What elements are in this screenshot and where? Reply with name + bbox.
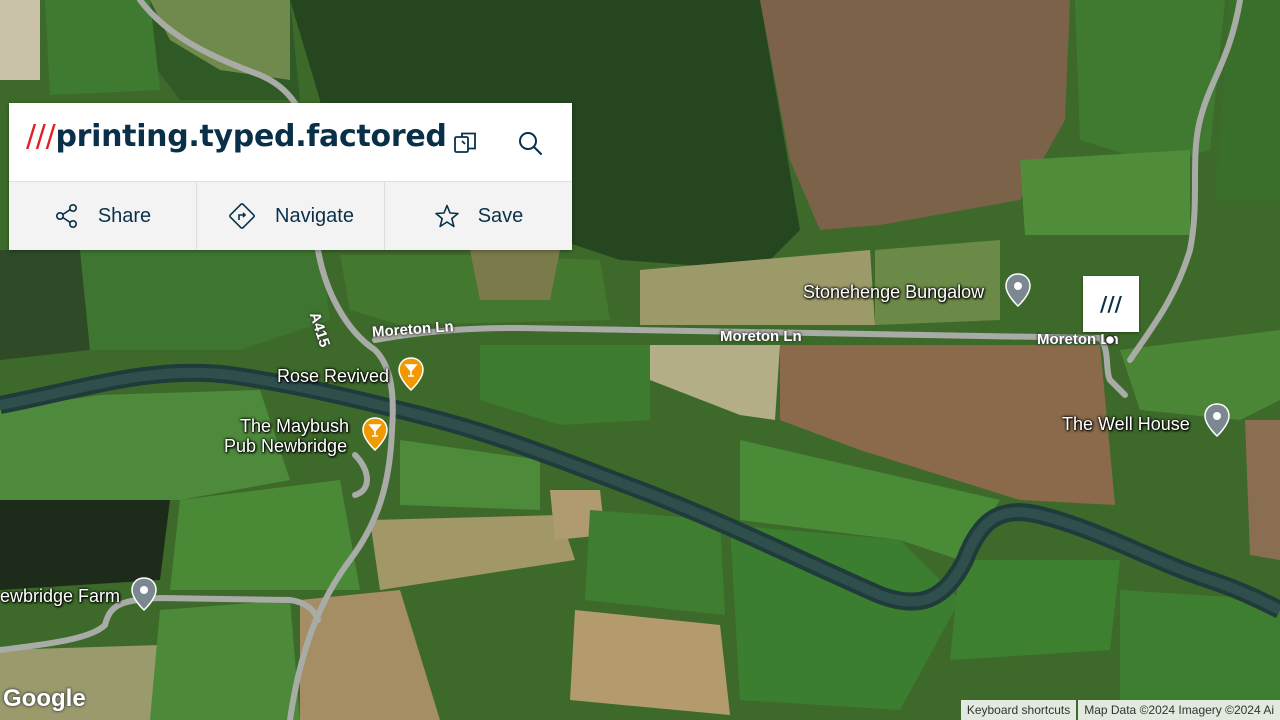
search-button[interactable] — [510, 123, 550, 163]
field — [1020, 150, 1190, 235]
google-logo: Google — [3, 685, 86, 712]
restaurant-pin-icon[interactable] — [398, 357, 424, 391]
star-icon — [434, 204, 459, 228]
copy-icon — [454, 132, 476, 153]
copy-button[interactable] — [445, 123, 485, 163]
place-pin-icon[interactable] — [131, 577, 157, 611]
field — [950, 560, 1120, 660]
w3w-words: printing.typed.factored — [55, 119, 447, 154]
forest-area — [0, 250, 90, 360]
map-attribution: Map Data ©2024 Imagery ©2024 Ai — [1078, 700, 1280, 720]
place-label-stonehenge-bungalow[interactable]: Stonehenge Bungalow — [803, 282, 984, 302]
restaurant-pin-icon[interactable] — [362, 417, 388, 451]
map-footer: Keyboard shortcuts Map Data ©2024 Imager… — [960, 700, 1280, 720]
place-label-newbridge-farm[interactable]: ewbridge Farm — [0, 586, 120, 606]
navigate-button[interactable]: Navigate — [197, 182, 385, 250]
field — [570, 610, 730, 715]
field — [45, 0, 160, 95]
location-dot-icon — [1104, 334, 1116, 346]
w3w-address-card: ///printing.typed.factored Share Navigat… — [9, 103, 572, 250]
place-pin-icon[interactable] — [1204, 403, 1230, 437]
save-label: Save — [477, 204, 524, 227]
w3w-slashes: /// — [26, 119, 56, 154]
w3w-action-bar: Share Navigate Save — [9, 182, 572, 250]
save-button[interactable]: Save — [385, 182, 572, 250]
w3w-address[interactable]: ///printing.typed.factored — [26, 119, 447, 154]
field — [1075, 0, 1225, 165]
share-label: Share — [97, 204, 152, 227]
field — [470, 250, 560, 300]
navigate-icon — [229, 203, 255, 229]
share-button[interactable]: Share — [9, 182, 197, 250]
search-icon — [519, 132, 542, 155]
place-label-rose-revived[interactable]: Rose Revived — [277, 366, 389, 386]
navigate-label: Navigate — [275, 204, 354, 227]
keyboard-shortcuts-link[interactable]: Keyboard shortcuts — [960, 700, 1077, 720]
field — [1245, 420, 1280, 560]
road-label-moreton-ln: Moreton Ln — [720, 328, 802, 345]
place-label-maybush[interactable]: The Maybush — [240, 416, 349, 436]
w3w-grid-marker[interactable]: /// — [1083, 276, 1139, 332]
w3w-marker-label: /// — [1100, 292, 1122, 316]
place-label-well-house[interactable]: The Well House — [1062, 414, 1190, 434]
share-icon — [55, 203, 77, 228]
field — [150, 600, 300, 720]
field — [0, 0, 40, 80]
place-pin-icon[interactable] — [1005, 273, 1031, 307]
w3w-card-header: ///printing.typed.factored — [9, 103, 572, 182]
place-label-pub-newbridge[interactable]: Pub Newbridge — [224, 436, 347, 456]
